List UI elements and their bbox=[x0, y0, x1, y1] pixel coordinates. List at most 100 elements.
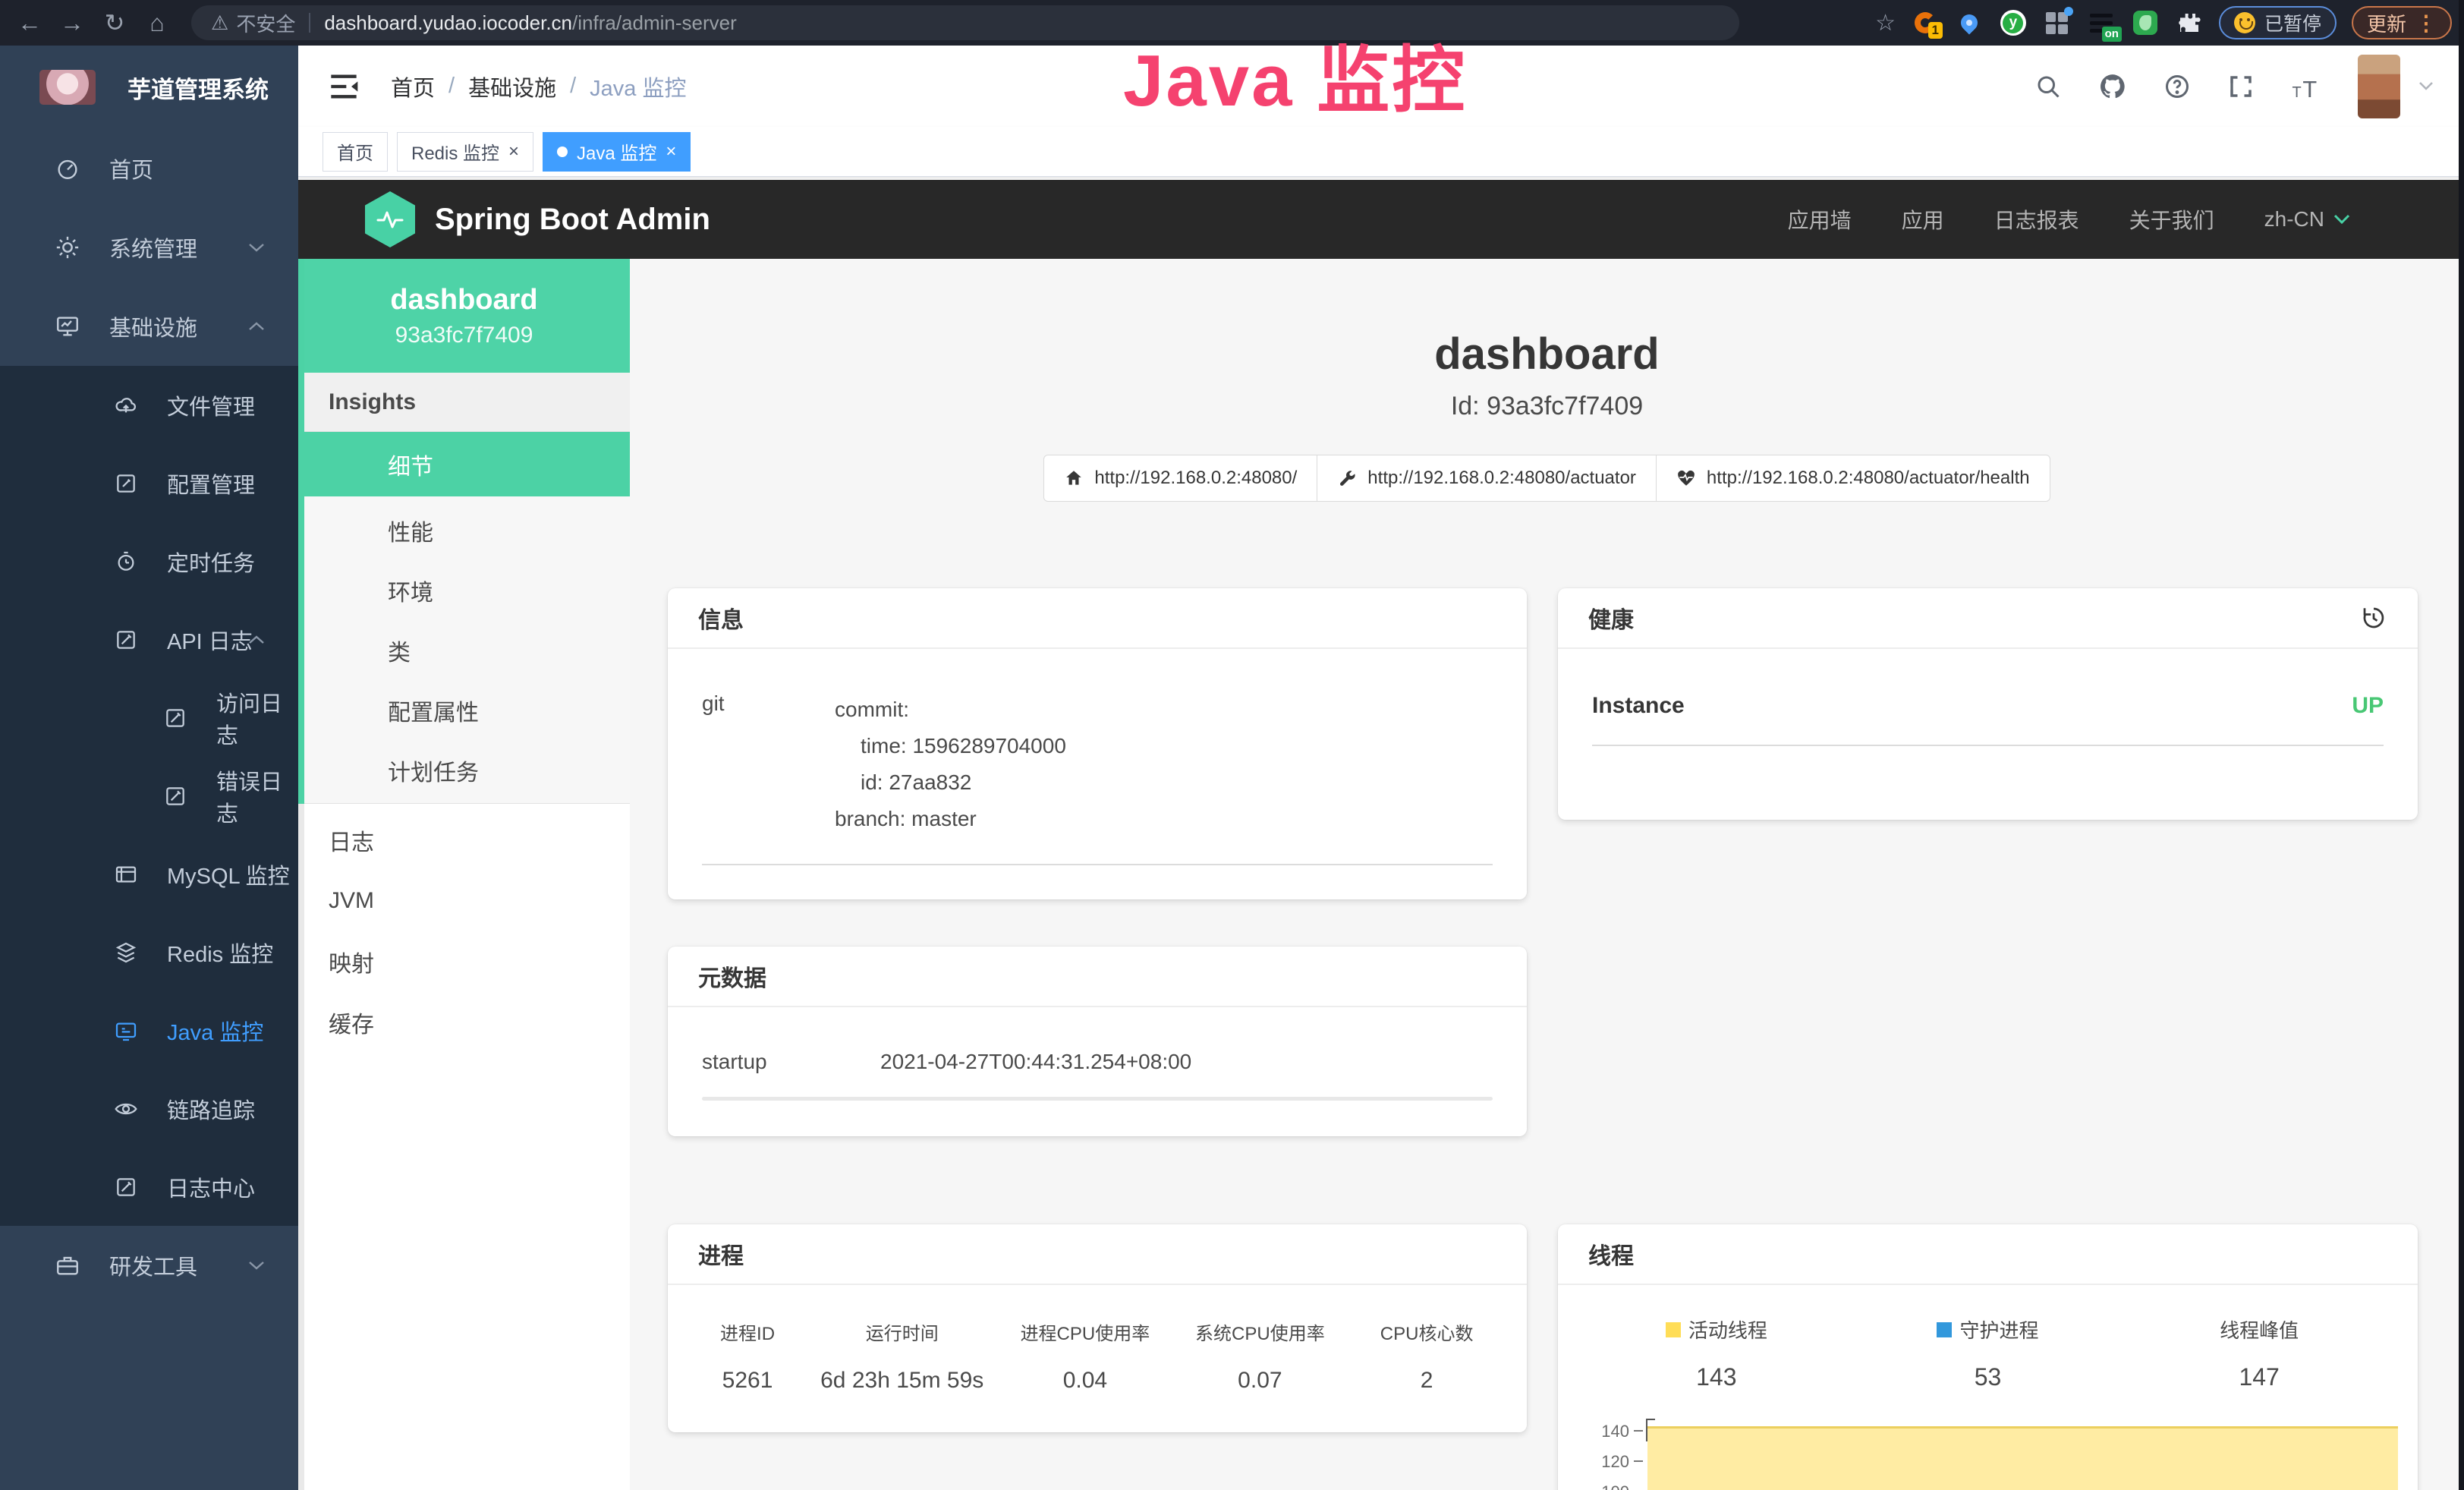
address-bar[interactable]: ⚠ 不安全 dashboard.yudao.iocoder.cn /infra/… bbox=[191, 5, 1739, 40]
sba-item-metrics[interactable]: 性能 bbox=[298, 500, 630, 560]
history-icon[interactable] bbox=[2360, 604, 2387, 632]
sidebar-item-redis[interactable]: Redis 监控 bbox=[0, 913, 298, 991]
sba-item-jvm[interactable]: JVM bbox=[298, 871, 630, 931]
close-icon[interactable]: × bbox=[666, 141, 676, 162]
tab-java-active[interactable]: Java 监控 × bbox=[543, 132, 691, 172]
chevron-down-icon[interactable] bbox=[2418, 81, 2434, 91]
value-line: commit: bbox=[835, 691, 1493, 728]
health-url-button[interactable]: http://192.168.0.2:48080/actuator/health bbox=[1656, 455, 2050, 502]
stat-value: 53 bbox=[1852, 1363, 2124, 1391]
card-info-body: git commit: time: 1596289704000 id: 27aa… bbox=[668, 649, 1527, 838]
security-label: 不安全 bbox=[236, 9, 295, 37]
sidebar-item-label: MySQL 监控 bbox=[167, 858, 290, 890]
fullscreen-icon[interactable] bbox=[2227, 73, 2255, 100]
sba-item-classes[interactable]: 类 bbox=[298, 620, 630, 680]
legend-peak: 线程峰值 bbox=[2220, 1315, 2299, 1344]
back-icon[interactable]: ← bbox=[12, 5, 47, 40]
sba-nav-about[interactable]: 关于我们 bbox=[2129, 204, 2214, 235]
extension-leaf-icon[interactable] bbox=[2131, 8, 2160, 37]
sba-item-mappings[interactable]: 映射 bbox=[298, 931, 630, 992]
health-instance-label[interactable]: Instance bbox=[1592, 693, 1685, 719]
actuator-url-button[interactable]: http://192.168.0.2:48080/actuator bbox=[1317, 455, 1657, 502]
extension-badge: 1 bbox=[1928, 22, 1943, 39]
extension-c-icon[interactable]: 1 bbox=[1911, 8, 1940, 37]
reload-icon[interactable]: ↻ bbox=[97, 5, 132, 40]
breadcrumb-home[interactable]: 首页 bbox=[391, 71, 435, 102]
cell-value: 2 bbox=[1349, 1368, 1504, 1394]
service-url-button[interactable]: http://192.168.0.2:48080/ bbox=[1043, 455, 1317, 502]
sidebar-item-config[interactable]: 配置管理 bbox=[0, 444, 298, 522]
update-button[interactable]: 更新 ⋮ bbox=[2352, 6, 2452, 39]
live-threads-area bbox=[1647, 1426, 2398, 1490]
breadcrumb-infra[interactable]: 基础设施 bbox=[468, 71, 556, 102]
help-icon[interactable] bbox=[2163, 73, 2191, 100]
sba-brand-title[interactable]: Spring Boot Admin bbox=[435, 203, 710, 237]
sidebar-item-home[interactable]: 首页 bbox=[0, 129, 298, 208]
stat-value: 147 bbox=[2123, 1363, 2395, 1391]
extension-y-icon[interactable]: y bbox=[1999, 8, 2028, 37]
sba-nav-applications[interactable]: 应用 bbox=[1902, 204, 1944, 235]
grid-dot-icon bbox=[2064, 7, 2073, 16]
sidebar-item-infra[interactable]: 基础设施 bbox=[0, 287, 298, 366]
sidebar-item-trace[interactable]: 链路追踪 bbox=[0, 1069, 298, 1148]
tick-mark bbox=[1634, 1430, 1643, 1432]
locale-select[interactable]: zh-CN bbox=[2264, 207, 2350, 232]
sba-item-scheduledtasks[interactable]: 计划任务 bbox=[298, 740, 630, 800]
sidebar-item-system[interactable]: 系统管理 bbox=[0, 208, 298, 287]
home-icon[interactable]: ⌂ bbox=[140, 5, 175, 40]
close-icon[interactable]: × bbox=[508, 141, 519, 162]
github-icon[interactable] bbox=[2098, 72, 2127, 101]
sidebar-item-api-log[interactable]: API 日志 bbox=[0, 600, 298, 679]
annotation-text: Java 监控 bbox=[1123, 21, 1467, 127]
tab-home[interactable]: 首页 bbox=[323, 132, 388, 172]
card-threads-header: 线程 bbox=[1558, 1224, 2418, 1285]
paused-profile-badge[interactable]: 已暂停 bbox=[2219, 6, 2337, 39]
update-label: 更新 bbox=[2367, 9, 2406, 37]
y-tick-140: 140 bbox=[1581, 1422, 1629, 1441]
process-table: 进程ID 运行时间 进程CPU使用率 系统CPU使用率 CPU核心数 5261 … bbox=[668, 1285, 1527, 1394]
card-process-header: 进程 bbox=[668, 1224, 1527, 1285]
chevron-down-icon bbox=[2333, 214, 2350, 225]
cell-value: 0.04 bbox=[999, 1368, 1170, 1394]
log-icon bbox=[163, 706, 187, 730]
log-icon bbox=[163, 784, 187, 808]
extension-list-icon[interactable]: on bbox=[2087, 8, 2116, 37]
sba-nav-wallboard[interactable]: 应用墙 bbox=[1788, 204, 1852, 235]
bookmark-star-icon[interactable]: ☆ bbox=[1875, 10, 1896, 36]
sidebar-item-mysql[interactable]: MySQL 监控 bbox=[0, 835, 298, 913]
font-size-icon[interactable]: TT bbox=[2291, 73, 2321, 100]
sba-section-insights[interactable]: Insights bbox=[298, 373, 630, 432]
extension-pin-icon[interactable] bbox=[1955, 8, 1984, 37]
sidebar-item-java[interactable]: Java 监控 bbox=[0, 991, 298, 1069]
sidebar-item-devtools[interactable]: 研发工具 bbox=[0, 1226, 298, 1305]
brand-row[interactable]: 芋道管理系统 bbox=[0, 46, 298, 129]
sba-item-configprops[interactable]: 配置属性 bbox=[298, 680, 630, 740]
forward-icon[interactable]: → bbox=[55, 5, 90, 40]
timer-icon bbox=[114, 550, 138, 574]
sidebar-item-access-log[interactable]: 访问日志 bbox=[0, 679, 298, 757]
sba-item-details-active[interactable]: 细节 bbox=[298, 432, 630, 496]
kebab-menu-icon: ⋮ bbox=[2415, 11, 2437, 36]
screen: ← → ↻ ⌂ ⚠ 不安全 dashboard.yudao.iocoder.cn… bbox=[0, 0, 2464, 1490]
search-icon[interactable] bbox=[2034, 73, 2062, 100]
sidebar-item-jobs[interactable]: 定时任务 bbox=[0, 522, 298, 600]
extension-grid-icon[interactable] bbox=[2043, 8, 2072, 37]
sba-logo-icon bbox=[365, 191, 415, 247]
sidebar-item-error-log[interactable]: 错误日志 bbox=[0, 757, 298, 835]
sba-app-header[interactable]: dashboard 93a3fc7f7409 bbox=[298, 259, 630, 373]
sidebar-item-log-center[interactable]: 日志中心 bbox=[0, 1148, 298, 1226]
user-avatar[interactable] bbox=[2358, 55, 2400, 118]
sidebar-item-files[interactable]: 文件管理 bbox=[0, 366, 298, 444]
sba-item-environment[interactable]: 环境 bbox=[298, 560, 630, 620]
sba-nav-journal[interactable]: 日志报表 bbox=[1994, 204, 2079, 235]
sba-item-logfile[interactable]: 日志 bbox=[298, 810, 630, 871]
section-label: Insights bbox=[329, 389, 416, 415]
extensions-puzzle-icon[interactable] bbox=[2175, 8, 2204, 37]
sba-item-caches[interactable]: 缓存 bbox=[298, 992, 630, 1053]
tab-redis[interactable]: Redis 监控 × bbox=[397, 132, 533, 172]
legend-square-blue-icon bbox=[1937, 1322, 1952, 1337]
collapse-menu-icon[interactable] bbox=[329, 74, 359, 99]
stat-label: 活动线程 bbox=[1688, 1315, 1767, 1344]
scrollbar[interactable] bbox=[2459, 0, 2464, 1490]
item-label: 配置属性 bbox=[388, 694, 479, 727]
